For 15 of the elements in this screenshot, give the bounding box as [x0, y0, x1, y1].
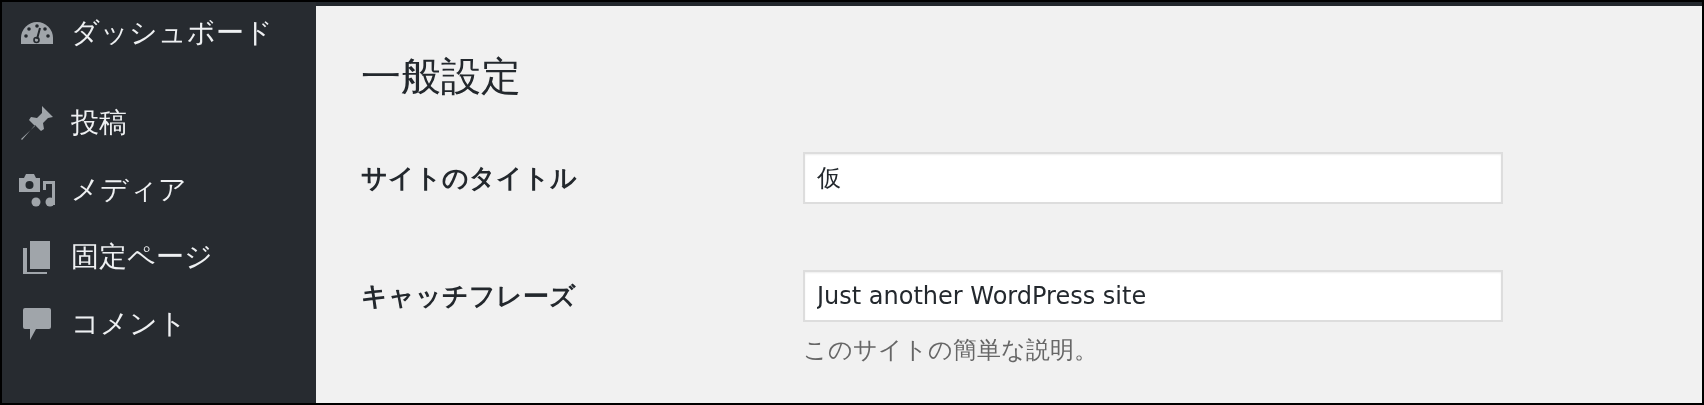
page-title: 一般設定: [361, 52, 521, 100]
input-field[interactable]: 仮: [803, 152, 1503, 204]
menu-item[interactable]: コメント: [2, 290, 316, 357]
field-description: このサイトの簡単な説明。: [803, 335, 1098, 366]
gauge-icon: [20, 20, 54, 45]
camera-and-note-icon: [18, 172, 56, 207]
menu-item[interactable]: 固定ページ: [2, 223, 316, 290]
menu-item[interactable]: メディア: [2, 156, 316, 223]
pages-icon: [22, 239, 52, 274]
pushpin-icon: [20, 104, 54, 141]
field-label: サイトのタイトル: [361, 162, 577, 195]
menu-item[interactable]: ダッシュボード: [2, 0, 316, 66]
speech-bubble-icon: [22, 306, 52, 341]
field-label: キャッチフレーズ: [361, 280, 576, 313]
menu-item[interactable]: 投稿: [2, 89, 316, 156]
